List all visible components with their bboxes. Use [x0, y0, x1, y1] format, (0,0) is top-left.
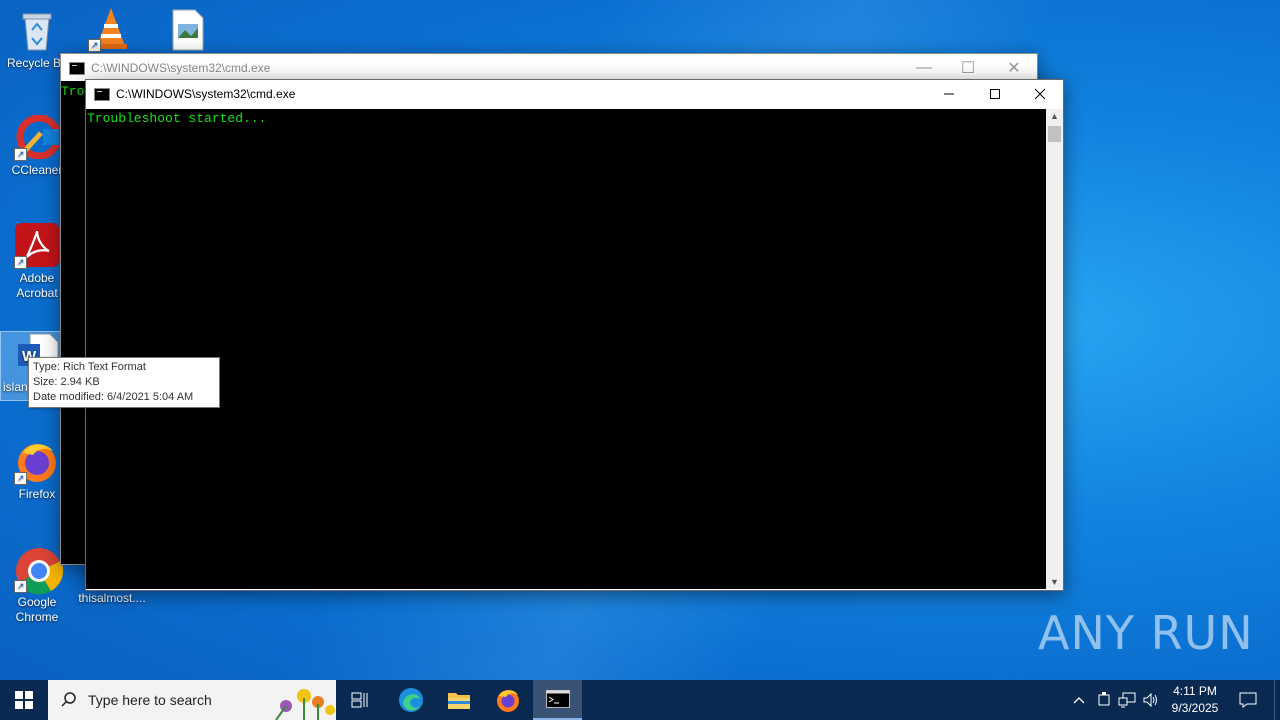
- image-file-icon: [165, 8, 209, 52]
- tray-volume-button[interactable]: [1140, 680, 1162, 720]
- file-explorer-icon: [448, 693, 470, 709]
- tooltip-type: Type: Rich Text Format: [33, 361, 146, 373]
- taskbar-firefox[interactable]: [484, 680, 532, 720]
- console-text: Troubleshoot started...: [87, 111, 267, 126]
- maximize-button[interactable]: ☐: [945, 54, 991, 82]
- chevron-up-icon: [1073, 697, 1085, 704]
- window-title: C:\WINDOWS\system32\cmd.exe: [91, 61, 271, 75]
- tray-network-button[interactable]: [1116, 680, 1138, 720]
- acrobat-icon: ↗: [14, 223, 59, 269]
- search-placeholder: Type here to search: [88, 692, 212, 708]
- notifications-button[interactable]: [1232, 680, 1264, 720]
- clock-date: 9/3/2025: [1171, 701, 1219, 715]
- desktop-icon-label: Google Chrome: [15, 595, 59, 624]
- title-bar[interactable]: C:\WINDOWS\system32\cmd.exe: [86, 80, 1063, 108]
- recycle-bin-icon: [15, 8, 59, 52]
- cmd-icon: [69, 62, 85, 75]
- window-title: C:\WINDOWS\system32\cmd.exe: [116, 87, 296, 101]
- task-view-button[interactable]: [336, 680, 384, 720]
- chrome-icon: ↗: [14, 547, 64, 595]
- close-button[interactable]: [1017, 80, 1063, 108]
- task-view-icon: [351, 692, 368, 708]
- desktop-icon-vlc[interactable]: ↗: [74, 6, 148, 54]
- volume-icon: [1143, 692, 1157, 708]
- vlc-icon: ↗: [88, 6, 133, 52]
- taskbar-file-explorer[interactable]: [435, 680, 483, 720]
- cmd-icon: [94, 88, 110, 101]
- desktop-icon-label: Adobe Acrobat: [16, 271, 58, 300]
- taskbar: Type here to search 4:11 PM 9/3/2025: [0, 680, 1280, 720]
- taskbar-cmd[interactable]: [533, 680, 582, 720]
- scroll-up-icon[interactable]: ▲: [1050, 111, 1059, 121]
- search-highlight-flowers-icon: [275, 689, 335, 720]
- vertical-scrollbar[interactable]: ▲ ▼: [1046, 109, 1063, 589]
- scroll-down-icon[interactable]: ▼: [1050, 577, 1059, 587]
- device-icon: [1098, 692, 1110, 706]
- file-tooltip: Type: Rich Text Format Size: 2.94 KB Dat…: [28, 357, 220, 408]
- anyrun-watermark: ANY RUN: [1038, 606, 1254, 660]
- shortcut-arrow-icon: ↗: [88, 39, 101, 52]
- tooltip-size: Size: 2.94 KB: [33, 376, 100, 388]
- close-icon: [1034, 88, 1046, 100]
- windows-logo-icon: [15, 691, 33, 709]
- start-button[interactable]: [0, 680, 48, 720]
- taskbar-clock[interactable]: 4:11 PM 9/3/2025: [1160, 683, 1230, 717]
- shortcut-arrow-icon: ↗: [14, 580, 27, 593]
- search-icon: [61, 692, 76, 707]
- ccleaner-icon: ↗: [14, 114, 62, 161]
- minimize-button[interactable]: —: [901, 54, 947, 82]
- network-icon: [1118, 692, 1136, 708]
- show-desktop-button[interactable]: [1274, 680, 1280, 720]
- notification-icon: [1239, 692, 1257, 708]
- cmd-icon: [545, 690, 570, 708]
- desktop-icon-file[interactable]: thisalmost....: [75, 591, 149, 606]
- console-text: Tro: [61, 84, 85, 99]
- desktop-icon-image-file[interactable]: [150, 8, 224, 56]
- console-output[interactable]: Troubleshoot started...: [86, 109, 1046, 589]
- shortcut-arrow-icon: ↗: [14, 256, 27, 269]
- shortcut-arrow-icon: ↗: [14, 148, 27, 161]
- clock-time: 4:11 PM: [1173, 684, 1217, 698]
- close-button[interactable]: ✕: [991, 54, 1037, 82]
- maximize-button[interactable]: [972, 80, 1018, 108]
- tooltip-date: Date modified: 6/4/2021 5:04 AM: [33, 391, 194, 403]
- maximize-icon: [990, 89, 1000, 99]
- shortcut-arrow-icon: ↗: [14, 472, 27, 485]
- minimize-icon: [944, 93, 954, 95]
- show-hidden-icons-button[interactable]: [1068, 680, 1090, 720]
- firefox-icon: ↗: [14, 439, 59, 485]
- firefox-icon: [497, 690, 519, 712]
- minimize-button[interactable]: [926, 80, 972, 108]
- taskbar-edge[interactable]: [387, 680, 435, 720]
- title-bar[interactable]: C:\WINDOWS\system32\cmd.exe — ☐ ✕: [61, 54, 1037, 81]
- cmd-window-active[interactable]: C:\WINDOWS\system32\cmd.exe Troubleshoot…: [85, 79, 1064, 591]
- search-box[interactable]: Type here to search: [48, 680, 336, 720]
- edge-icon: [399, 688, 423, 712]
- watermark-text: ANY RUN: [1038, 606, 1254, 660]
- tray-device-button[interactable]: [1093, 680, 1115, 720]
- scrollbar-thumb[interactable]: [1048, 126, 1061, 142]
- desktop-icon-label: thisalmost....: [78, 591, 146, 605]
